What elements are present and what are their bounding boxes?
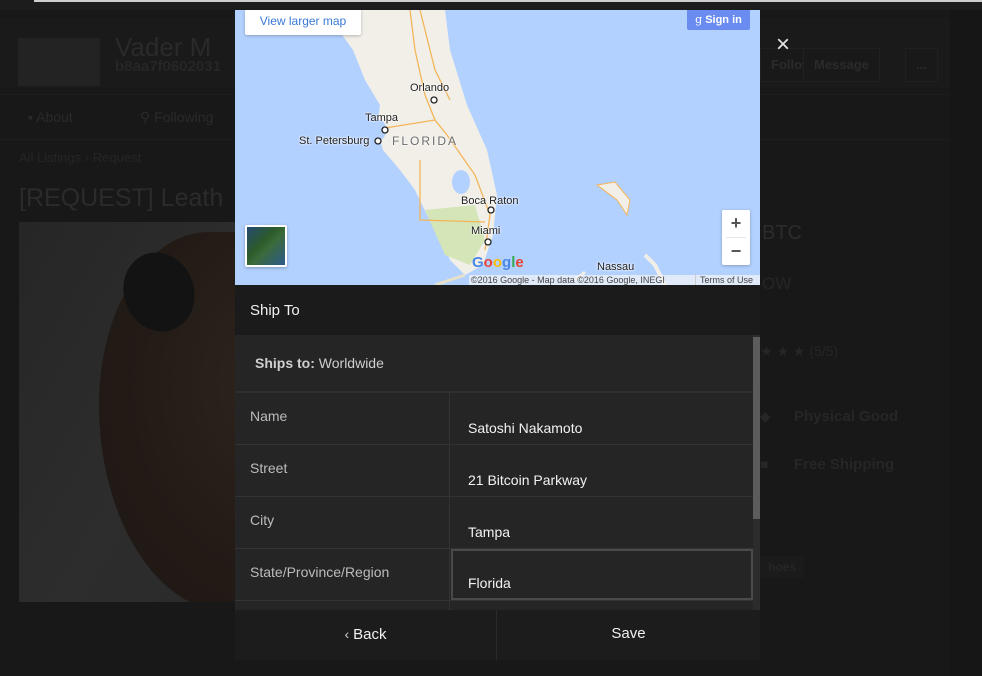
form-row-next (235, 601, 753, 610)
map-copyright: ©2016 Google - Map data ©2016 Google, IN… (471, 275, 665, 285)
breadcrumb-separator: › (84, 150, 90, 165)
state-label: State/Province/Region (235, 549, 450, 600)
address-form: Ships to: Worldwide Name Street City Sta… (235, 335, 760, 610)
street-label: Street (235, 445, 450, 496)
city-dot-tampa (381, 126, 389, 134)
logo-letter: G (472, 254, 484, 271)
map-label-tampa: Tampa (365, 112, 399, 124)
next-label (235, 601, 450, 610)
more-button[interactable]: ... (905, 48, 938, 82)
google-g-icon: g (695, 13, 703, 26)
close-icon[interactable]: × (772, 33, 794, 57)
nav-following[interactable]: ⚲ Following (140, 109, 213, 126)
form-row-street: Street (235, 445, 753, 497)
city-input[interactable] (451, 497, 753, 548)
logo-letter: e (515, 254, 524, 271)
attribute-free-shipping: Free Shipping (794, 456, 895, 473)
nav-following-label: Following (154, 109, 214, 125)
breadcrumb-current[interactable]: Request (93, 150, 141, 165)
chevron-left-icon: ‹ (344, 626, 350, 642)
listing-status: OW (762, 274, 792, 293)
google-logo[interactable]: Google (472, 254, 524, 271)
city-dot-miami (484, 238, 492, 246)
form-row-city: City (235, 497, 753, 549)
back-label: Back (353, 626, 387, 643)
modal-footer: ‹ Back Save (235, 610, 760, 660)
map-attribution: ©2016 Google - Map data ©2016 Google, IN… (469, 275, 760, 285)
name-label: Name (235, 393, 450, 444)
terms-of-use-link[interactable]: Terms of Use (695, 275, 753, 285)
lake-okeechobee (452, 170, 470, 194)
google-sign-in-button[interactable]: g Sign in (687, 10, 750, 30)
city-dot-orlando (430, 96, 438, 104)
scrollbar-thumb[interactable] (753, 337, 760, 519)
breadcrumb: All Listings › Request (19, 150, 141, 165)
keys (434, 273, 466, 285)
street-input[interactable] (451, 445, 753, 496)
zoom-in-button[interactable]: + (722, 210, 750, 237)
view-larger-map-link[interactable]: View larger map (245, 10, 361, 35)
listing-title: [REQUEST] Leath (19, 184, 224, 212)
form-scrollbar[interactable] (753, 335, 760, 610)
map-label-miami: Miami (471, 225, 501, 237)
listing-photo[interactable] (19, 222, 235, 602)
breadcrumb-root[interactable]: All Listings (19, 150, 81, 165)
city-dot-st-petersburg (374, 137, 382, 145)
map-label-nassau: Nassau (597, 261, 635, 273)
map-zoom-control: + − (722, 210, 750, 265)
zoom-out-button[interactable]: − (722, 238, 750, 265)
form-row-name: Name (235, 393, 753, 445)
city-label: City (235, 497, 450, 548)
nav-about-label: About (36, 109, 73, 125)
city-dot-boca-raton (487, 206, 495, 214)
satellite-view-toggle[interactable] (245, 225, 287, 267)
save-button[interactable]: Save (497, 610, 760, 660)
sign-in-label: Sign in (705, 14, 742, 26)
ships-to-value: Worldwide (318, 355, 384, 371)
logo-letter: o (492, 254, 503, 271)
ship-to-modal: Orlando Tampa St. Petersburg FLORIDA Boc… (235, 10, 760, 660)
map-label-orlando: Orlando (410, 82, 450, 94)
attribute-physical-good: Physical Good (794, 408, 899, 425)
tag-icon: ◆ (760, 408, 771, 424)
ships-to-info: Ships to: Worldwide (235, 335, 753, 392)
map-land (320, 10, 667, 285)
form-row-state: State/Province/Region (235, 549, 753, 601)
browser-top-strip (0, 0, 982, 10)
name-input[interactable] (451, 393, 753, 444)
logo-letter: o (483, 254, 493, 271)
store-avatar[interactable] (18, 38, 100, 86)
nav-about[interactable]: ▪ About (28, 109, 73, 125)
store-guid: b8aa7f0602031 (115, 58, 221, 75)
map-label-boca-raton: Boca Raton (461, 195, 519, 207)
logo-letter: g (502, 254, 512, 271)
message-label: Message (814, 57, 869, 72)
bahamas-island (595, 181, 631, 217)
box-icon: ■ (760, 456, 769, 472)
map-label-st-petersburg: St. Petersburg (299, 135, 370, 147)
state-input[interactable] (451, 549, 753, 600)
back-button[interactable]: ‹ Back (235, 610, 497, 660)
rating-stars: ★ ★ ★ (5/5) (760, 343, 839, 359)
map-embed[interactable]: Orlando Tampa St. Petersburg FLORIDA Boc… (235, 10, 760, 285)
map-label-florida: FLORIDA (392, 134, 459, 148)
ships-to-label: Ships to: (255, 355, 315, 371)
modal-title: Ship To (235, 285, 760, 335)
listing-price: BTC (762, 222, 802, 244)
message-button[interactable]: Message (803, 48, 880, 82)
listing-tag[interactable]: hoes (760, 556, 805, 578)
tab-edge (34, 0, 982, 2)
